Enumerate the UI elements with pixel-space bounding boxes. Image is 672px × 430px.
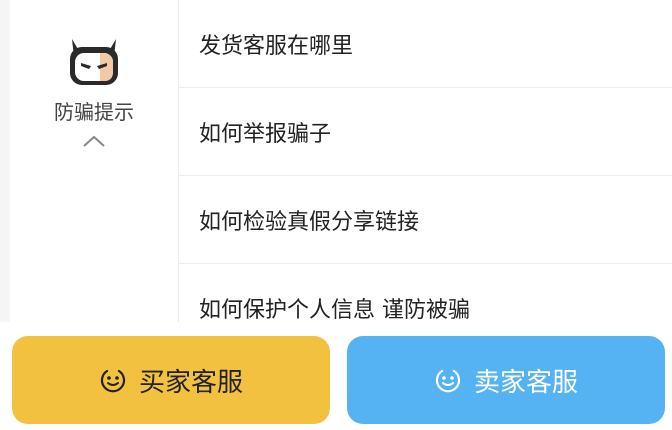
- seller-service-label: 卖家客服: [473, 366, 578, 397]
- chevron-up-icon[interactable]: [82, 134, 106, 148]
- category-label-anti-fraud: 防骗提示: [54, 100, 134, 124]
- seller-service-button[interactable]: 卖家客服: [347, 336, 665, 424]
- smile-face-icon: [100, 369, 126, 393]
- faq-item[interactable]: 如何举报骗子: [179, 88, 672, 176]
- faq-item[interactable]: 发货客服在哪里: [179, 0, 672, 88]
- smile-face-icon: [435, 369, 461, 393]
- buyer-service-label: 买家客服: [138, 366, 243, 397]
- faq-item[interactable]: 如何保护个人信息 谨防被骗: [179, 264, 672, 322]
- faq-item[interactable]: 如何检验真假分享链接: [179, 176, 672, 264]
- devil-mascot-icon: [70, 39, 118, 85]
- buyer-service-button[interactable]: 买家客服: [12, 336, 330, 424]
- faq-list: 发货客服在哪里 如何举报骗子 如何检验真假分享链接 如何保护个人信息 谨防被骗: [179, 0, 672, 322]
